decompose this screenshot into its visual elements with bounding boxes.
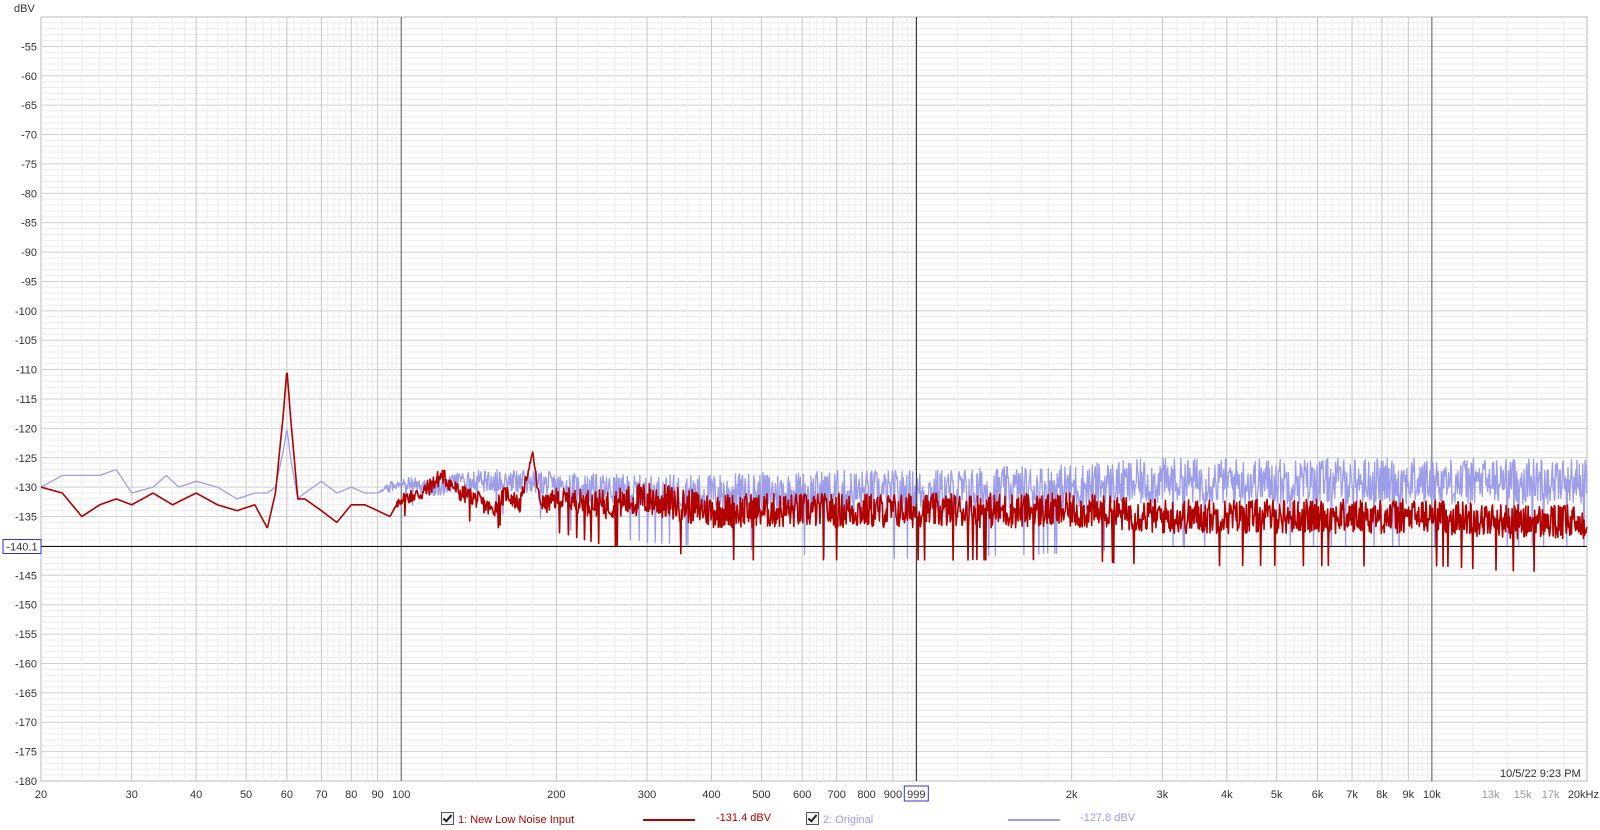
x-tick-label: 13k [1482, 789, 1500, 801]
x-tick-label: 17k [1542, 789, 1560, 801]
x-tick-label: 700 [828, 789, 846, 801]
y-tick-label: -105 [15, 335, 37, 347]
y-tick-label: -135 [15, 512, 37, 524]
y-tick-label: -55 [21, 41, 37, 53]
legend-series-1-value: -131.4 dBV [716, 812, 772, 824]
x-tick-label: 9k [1402, 789, 1414, 801]
legend-series-2-label: 2: Original [823, 814, 874, 826]
y-tick-label: -95 [21, 276, 37, 288]
x-tick-label: 6k [1312, 789, 1324, 801]
legend-series-1-toggle[interactable]: 1: New Low Noise Input [441, 812, 574, 826]
x-tick-label: 2k [1066, 789, 1078, 801]
y-tick-label: -150 [15, 600, 37, 612]
x-tick-label: 80 [345, 789, 357, 801]
y-tick-label: -175 [15, 747, 37, 759]
x-tick-label: 500 [752, 789, 770, 801]
y-tick-label: -115 [16, 394, 37, 406]
x-tick-label: 8k [1376, 789, 1388, 801]
spectrum-chart: -140.1 999 -55 -60 -65 -70 -75 -80 -85 -90 -95 -10… [2, 3, 1599, 802]
y-tick-label: -90 [21, 247, 37, 259]
x-tick-label: 800 [857, 789, 875, 801]
x-tick-label: 70 [315, 789, 327, 801]
x-tick-label: 60 [281, 789, 293, 801]
legend-series-1-label: 1: New Low Noise Input [458, 814, 575, 826]
x-tick-label: 20 [35, 789, 47, 801]
x-tick-label: 90 [371, 789, 383, 801]
y-tick-label: -155 [15, 629, 37, 641]
cursor-x-label: 999 [907, 789, 925, 801]
y-tick-label: -75 [21, 159, 37, 171]
legend-series-2-toggle[interactable]: 2: Original [806, 812, 873, 826]
x-tick-label: 10k [1423, 789, 1441, 801]
x-axis: 20 30 40 50 60 70 80 90 100 200 300 400 500 600 700 800… [35, 789, 1599, 801]
checkbox-checked-icon[interactable] [441, 812, 454, 825]
x-tick-label: 600 [793, 789, 811, 801]
y-tick-label: -85 [21, 218, 37, 230]
legend-series-1-swatch [643, 819, 695, 821]
x-tick-label: 400 [702, 789, 720, 801]
y-tick-label: -100 [15, 306, 37, 318]
y-tick-label: -70 [21, 130, 37, 142]
x-tick-label: 7k [1346, 789, 1358, 801]
x-tick-label: 100 [392, 789, 410, 801]
y-tick-label: -160 [15, 658, 37, 670]
y-tick-label: -130 [15, 482, 37, 494]
legend-series-2-swatch [1008, 819, 1060, 821]
y-tick-label: -125 [15, 453, 37, 465]
x-tick-label: 4k [1221, 789, 1233, 801]
y-tick-label: -65 [21, 100, 37, 112]
y-tick-label: -145 [15, 570, 37, 582]
x-tick-label: 5k [1271, 789, 1283, 801]
y-tick-label: -180 [15, 776, 37, 788]
x-tick-label: 15k [1514, 789, 1532, 801]
x-tick-label: 50 [240, 789, 252, 801]
y-unit-label: dBV [14, 3, 35, 15]
x-tick-label: 20kHz [1568, 789, 1599, 801]
cursor-y-label: -140.1 [6, 542, 37, 554]
y-tick-label: -165 [15, 688, 37, 700]
y-axis: -55 -60 -65 -70 -75 -80 -85 -90 -95 -100 -105 -110 -… [15, 41, 37, 788]
x-tick-label: 200 [547, 789, 565, 801]
checkbox-checked-icon[interactable] [806, 812, 819, 825]
y-tick-label: -60 [21, 71, 37, 83]
x-tick-label: 3k [1157, 789, 1169, 801]
x-tick-label: 900 [884, 789, 902, 801]
x-tick-label: 300 [638, 789, 656, 801]
legend-series-2-value: -127.8 dBV [1080, 812, 1136, 824]
y-tick-label: -170 [15, 717, 37, 729]
x-tick-label: 30 [126, 789, 138, 801]
y-tick-label: -120 [15, 423, 37, 435]
y-tick-label: -80 [21, 188, 37, 200]
y-tick-label: -110 [16, 365, 37, 377]
x-tick-label: 40 [190, 789, 202, 801]
timestamp: 10/5/22 9:23 PM [1500, 768, 1581, 780]
